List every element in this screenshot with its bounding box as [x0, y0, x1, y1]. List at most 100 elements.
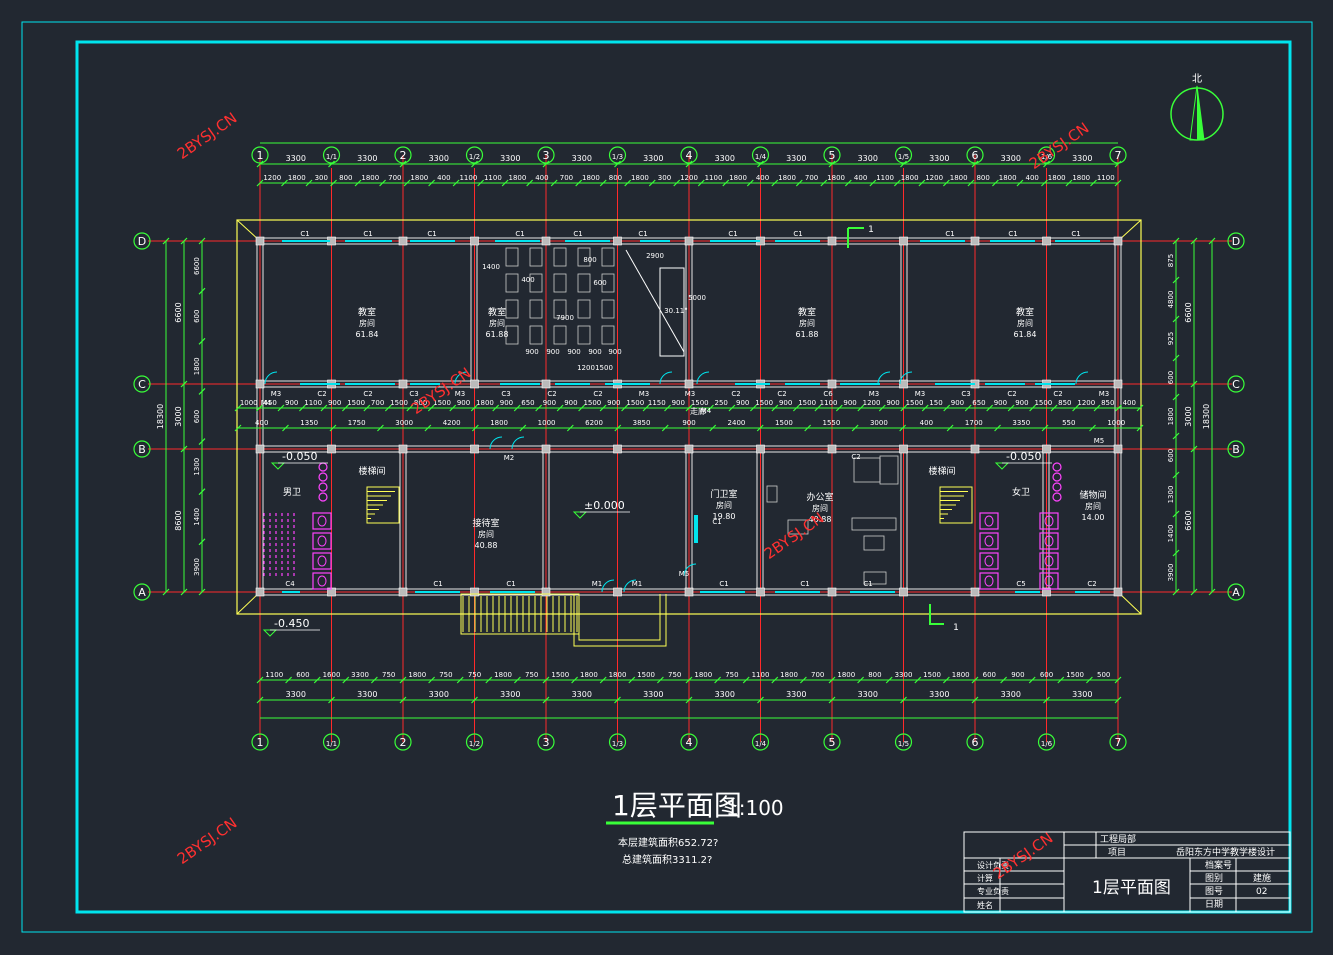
desk [601, 325, 615, 345]
dim-label: 3000 [174, 406, 183, 426]
axis-label: 1/5 [898, 740, 909, 748]
column [470, 236, 479, 246]
drawing-texts: 教室房间 61.84 教室房间 61.88 教室房间 61.88 教室房间 61.84 男卫 楼梯… [261, 225, 1110, 637]
dim-label: 3300 [286, 690, 306, 699]
furniture [766, 485, 778, 503]
ramp [578, 594, 661, 641]
dim-label: 3850 [633, 419, 651, 427]
dim-label: 600 [1040, 671, 1053, 679]
column [255, 236, 265, 246]
desk [601, 299, 615, 319]
dim-label: 1100 [752, 671, 770, 679]
dim-label: 1100 [459, 174, 477, 182]
dim-label: 3900 [1167, 564, 1175, 582]
dim-label: 8600 [174, 510, 183, 530]
axis-label: 3 [543, 149, 550, 162]
axis-label: C [1232, 378, 1240, 391]
dim-label: 1100 [705, 174, 723, 182]
dim-label: 850 [1101, 399, 1114, 407]
dim-label: 600 [193, 410, 201, 423]
room-label: 房间 [478, 529, 494, 539]
dim-label: 3000 [870, 419, 888, 427]
room-area: 61.84 [1014, 330, 1037, 339]
podium-slope [625, 249, 685, 353]
dim-label: 1500 [637, 671, 655, 679]
column [1113, 379, 1123, 389]
dim-label: 1800 [1072, 174, 1090, 182]
dim-label: 3300 [1001, 690, 1021, 699]
column [613, 444, 622, 454]
dim-label: 3000 [395, 419, 413, 427]
watermark: 2BYSJ.CN [174, 109, 241, 163]
dim-label: 3300 [643, 690, 663, 699]
room-name: 办公室 [806, 491, 833, 503]
dim-label: 500 [1097, 671, 1110, 679]
dim-label: 3300 [929, 690, 949, 699]
axis-label: 1/1 [326, 153, 337, 161]
dim-label: 3300 [429, 690, 449, 699]
window-tag: C1 [506, 580, 515, 588]
dim-label: 600 [193, 310, 201, 323]
section-label: 1 [868, 225, 874, 235]
level-symbol [994, 462, 1010, 470]
toilet-stall [979, 512, 999, 530]
axis-label: D [1232, 235, 1240, 248]
dim-label: 1100 [1097, 174, 1115, 182]
dim-label: 750 [468, 671, 481, 679]
watermark: 2BYSJ.CN [990, 829, 1057, 883]
lecture-dim-label: 7900 [556, 314, 574, 322]
dim-label: 3300 [643, 154, 663, 163]
room-name: 男卫 [283, 487, 301, 498]
lecture-dim-label: 30.11° [664, 307, 688, 315]
column [327, 444, 336, 454]
room-name: 教室 [1016, 306, 1034, 318]
dim-label: 1400 [193, 508, 201, 526]
tb-sign-row: 姓名 [977, 900, 993, 910]
dim-label: 1100 [876, 174, 894, 182]
dim-label: 1350 [300, 419, 318, 427]
dim-label: 700 [805, 174, 818, 182]
door-swing [1075, 371, 1089, 385]
dim-label: 3300 [572, 690, 592, 699]
dim-label: 1800 [780, 671, 798, 679]
room-name: 教室 [488, 306, 506, 318]
room-name: 女卫 [1012, 486, 1030, 498]
column [1113, 444, 1123, 454]
dim-label: 1500 [583, 399, 601, 407]
column [255, 444, 265, 454]
desk [529, 325, 543, 345]
door-tag: M2 [504, 454, 515, 462]
urinal [1052, 472, 1062, 482]
toilet [984, 535, 994, 547]
dim-label: 1500 [1034, 399, 1052, 407]
dim-label: 1800 [837, 671, 855, 679]
dim-label: 750 [439, 671, 452, 679]
door-swing [489, 436, 503, 450]
axis-label: 1/4 [755, 740, 767, 748]
dim-label: 3300 [929, 154, 949, 163]
dim-label: 1800 [1048, 174, 1066, 182]
column [970, 587, 980, 597]
dim-label: 900 [285, 399, 298, 407]
dim-label: 3300 [500, 154, 520, 163]
opening-tag: M3 [1099, 390, 1110, 398]
axis-label: 1/5 [898, 153, 909, 161]
tb-project-name: 岳阳东方中学教学楼设计 [1176, 846, 1275, 858]
axis-label: 1 [257, 149, 264, 162]
dim-label: 6600 [1184, 510, 1193, 530]
dim-label: 900 [682, 419, 695, 427]
dim-label: 1800 [410, 174, 428, 182]
window-tag: C1 [433, 580, 442, 588]
axis-label: 4 [686, 149, 693, 162]
dim-label: 3300 [500, 690, 520, 699]
dim-label: 1500 [906, 399, 924, 407]
tb-drawing-no-label: 图号 [1205, 886, 1223, 897]
door-tag: M5 [679, 570, 690, 578]
dim-label: 3300 [715, 154, 735, 163]
toilet-stall [312, 512, 332, 530]
door-swing [659, 371, 673, 385]
room-name: 楼梯间 [928, 465, 955, 477]
dim-label: 900 [564, 399, 577, 407]
column [827, 379, 837, 389]
dim-label: 1400 [1167, 525, 1175, 543]
